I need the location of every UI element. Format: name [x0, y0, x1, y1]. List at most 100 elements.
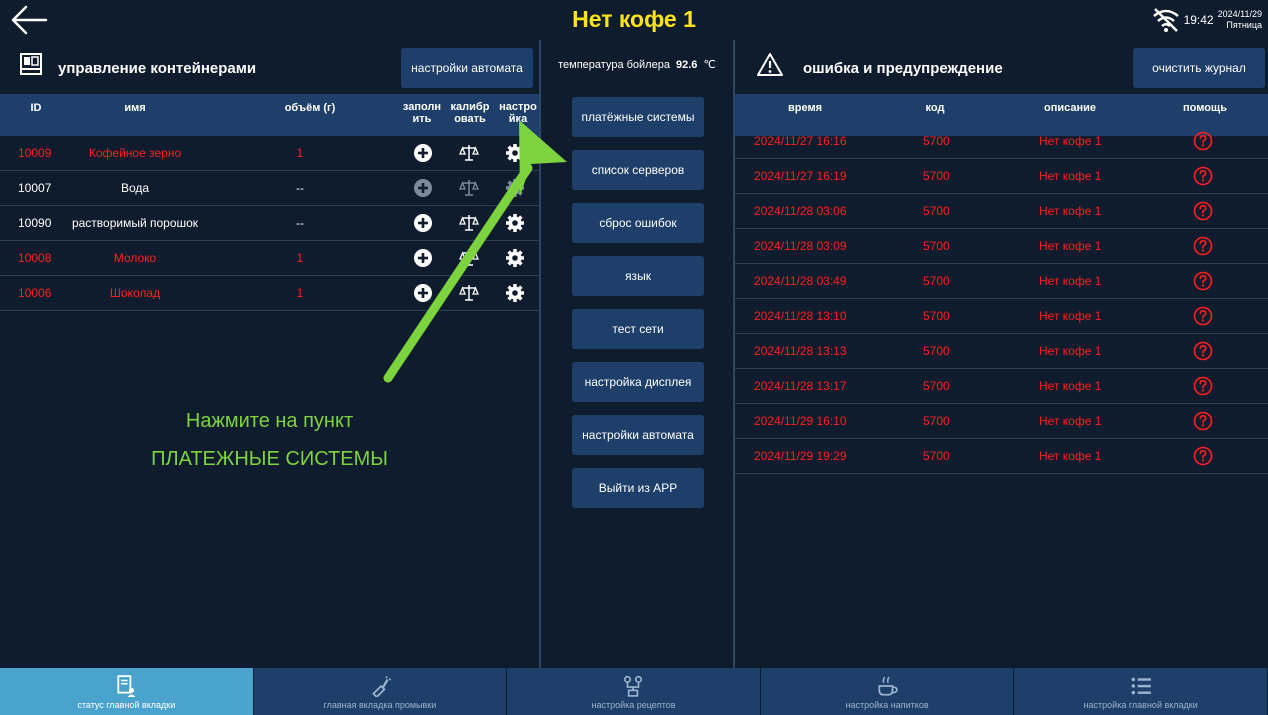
errors-panel: ошибка и предупреждение очистить журнал … [735, 40, 1268, 668]
containers-title: управление контейнерами [58, 60, 257, 77]
date-box: 2024/11/29 Пятница [1218, 9, 1262, 31]
container-row[interactable]: 10090 растворимый порошок -- [0, 206, 539, 241]
error-time: 2024/11/28 03:06 [754, 204, 847, 218]
help-circle-icon[interactable] [1193, 376, 1213, 396]
help-circle-icon[interactable] [1193, 131, 1213, 151]
wifi-off-icon [1152, 8, 1179, 32]
col-calibrate: калибр овать [448, 101, 492, 125]
menu-button-3[interactable]: сброс ошибок [572, 203, 704, 243]
menu-button-1[interactable]: платёжные системы [572, 97, 704, 137]
error-row: 2024/11/28 03:06 5700 Нет кофе 1 [735, 194, 1268, 229]
col-fill: заполн ить [400, 101, 444, 125]
bottom-tab-bar: статус главной вкладки главная вкладка пр… [0, 668, 1268, 715]
col-calibrate-line2: овать [454, 113, 486, 125]
bottom-tab-label: настройка напитков [845, 700, 929, 710]
container-id: 10009 [18, 146, 52, 160]
bottom-tab-2[interactable]: главная вкладка промывки [254, 668, 508, 715]
gear-icon[interactable] [505, 248, 525, 268]
container-name: Вода [120, 181, 150, 195]
help-circle-icon[interactable] [1193, 201, 1213, 221]
help-circle-icon[interactable] [1193, 411, 1213, 431]
error-time: 2024/11/29 19:29 [754, 449, 847, 463]
error-description: Нет кофе 1 [1039, 239, 1102, 253]
bottom-tab-label: главная вкладка промывки [323, 700, 437, 710]
scale-icon[interactable] [459, 143, 479, 163]
menu-button-4[interactable]: язык [572, 256, 704, 296]
machine-icon [20, 53, 42, 75]
machine-settings-button[interactable]: настройки автомата [401, 48, 533, 88]
col-help: помощь [1183, 102, 1227, 114]
col-time: время [787, 102, 822, 114]
scale-icon[interactable] [459, 213, 479, 233]
container-volume: 1 [296, 146, 304, 160]
menu-button-6[interactable]: настройка дисплея [572, 362, 704, 402]
col-volume: объём (г) [284, 102, 336, 114]
help-circle-icon[interactable] [1193, 271, 1213, 291]
container-id: 10007 [18, 181, 52, 195]
bottom-tab-4[interactable]: настройка напитков [761, 668, 1015, 715]
bottom-tab-1[interactable]: статус главной вкладки [0, 668, 254, 715]
help-circle-icon[interactable] [1193, 236, 1213, 256]
error-row: 2024/11/28 13:17 5700 Нет кофе 1 [735, 369, 1268, 404]
containers-header: управление контейнерами настройки автома… [0, 40, 539, 94]
error-description: Нет кофе 1 [1039, 169, 1102, 183]
error-description: Нет кофе 1 [1039, 379, 1102, 393]
clear-log-button[interactable]: очистить журнал [1133, 48, 1265, 88]
plus-circle-icon[interactable] [413, 213, 433, 233]
col-code: код [925, 102, 945, 114]
arrow-left-icon[interactable] [8, 4, 50, 36]
help-circle-icon[interactable] [1193, 446, 1213, 466]
help-circle-icon[interactable] [1193, 341, 1213, 361]
bottom-tab-3[interactable]: настройка рецептов [507, 668, 761, 715]
bottom-tab-5[interactable]: настройка главной вкладки [1014, 668, 1268, 715]
container-id: 10090 [18, 216, 52, 230]
list-icon [1131, 677, 1151, 695]
col-setup-line2: йка [508, 113, 528, 125]
scale-icon[interactable] [459, 283, 479, 303]
scale-icon[interactable] [459, 178, 479, 198]
menu-button-5[interactable]: тест сети [572, 309, 704, 349]
plus-circle-icon[interactable] [413, 283, 433, 303]
container-row[interactable]: 10006 Шоколад 1 [0, 276, 539, 311]
menu-button-7[interactable]: настройки автомата [572, 415, 704, 455]
menu-button-2[interactable]: список серверов [572, 150, 704, 190]
gear-icon[interactable] [505, 283, 525, 303]
col-setup: настро йка [496, 101, 540, 125]
containers-panel: управление контейнерами настройки автома… [0, 40, 539, 668]
col-setup-line1: настро [499, 101, 537, 113]
plus-circle-icon[interactable] [413, 143, 433, 163]
warning-icon [757, 53, 783, 76]
error-time: 2024/11/27 16:19 [754, 169, 847, 183]
help-circle-icon[interactable] [1193, 166, 1213, 186]
errors-title: ошибка и предупреждение [803, 60, 1003, 77]
container-name: Кофейное зерно [88, 146, 182, 160]
instruction-line2: ПЛАТЕЖНЫЕ СИСТЕМЫ [151, 448, 388, 470]
container-row[interactable]: 10007 Вода -- [0, 171, 539, 206]
error-code: 5700 [923, 414, 950, 428]
error-description: Нет кофе 1 [1039, 309, 1102, 323]
container-name: растворимый порошок [71, 216, 199, 230]
error-row: 2024/11/28 03:09 5700 Нет кофе 1 [735, 229, 1268, 264]
scale-icon[interactable] [459, 248, 479, 268]
page-title: Нет кофе 1 [572, 6, 696, 32]
error-row: 2024/11/28 13:10 5700 Нет кофе 1 [735, 299, 1268, 334]
gear-icon[interactable] [505, 143, 525, 163]
error-description: Нет кофе 1 [1039, 134, 1102, 148]
error-description: Нет кофе 1 [1039, 204, 1102, 218]
gear-icon[interactable] [505, 178, 525, 198]
help-circle-icon[interactable] [1193, 306, 1213, 326]
plus-circle-icon[interactable] [413, 178, 433, 198]
error-time: 2024/11/28 03:09 [754, 239, 847, 253]
status-area: 19:42 2024/11/29 Пятница [1151, 4, 1262, 36]
boiler-temp-label: температура бойлера [558, 59, 670, 71]
container-row[interactable]: 10008 Молоко 1 [0, 241, 539, 276]
gear-icon[interactable] [505, 213, 525, 233]
error-row: 2024/11/29 19:29 5700 Нет кофе 1 [735, 439, 1268, 474]
container-id: 10008 [18, 251, 52, 265]
menu-button-8[interactable]: Выйти из APP [572, 468, 704, 508]
container-row[interactable]: 10009 Кофейное зерно 1 [0, 136, 539, 171]
error-code: 5700 [923, 169, 950, 183]
container-name: Шоколад [109, 286, 161, 300]
plus-circle-icon[interactable] [413, 248, 433, 268]
error-code: 5700 [923, 239, 950, 253]
